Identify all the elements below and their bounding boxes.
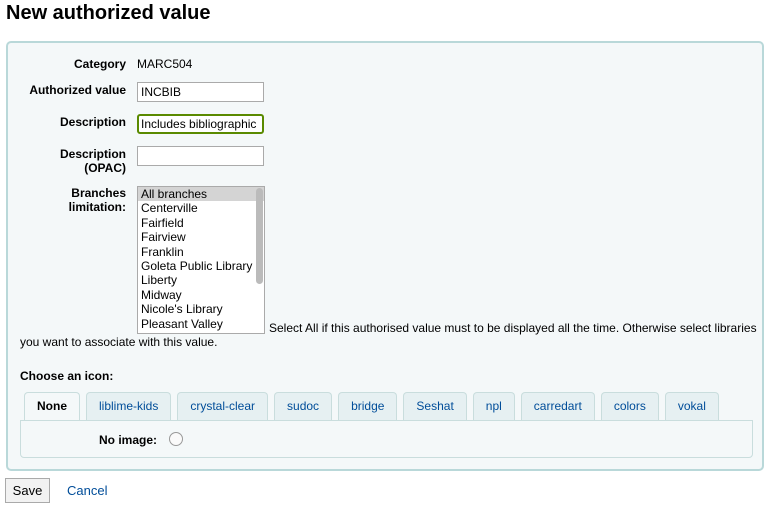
branch-option[interactable]: Liberty	[138, 273, 264, 287]
scrollbar[interactable]	[256, 188, 263, 284]
authval-input[interactable]	[137, 82, 264, 102]
branches-select[interactable]: All branches Centerville Fairfield Fairview…	[137, 186, 265, 334]
icon-tabs: None liblime-kids crystal-clear sudoc bridge…	[24, 392, 725, 421]
branches-label: Branches limitation:	[8, 186, 126, 214]
tab-crystal-clear[interactable]: crystal-clear	[177, 392, 269, 420]
branch-option[interactable]: Fairview	[138, 230, 264, 244]
category-value: MARC504	[137, 57, 193, 71]
save-button[interactable]: Save	[5, 478, 50, 503]
tab-seshat[interactable]: Seshat	[403, 392, 467, 420]
description-opac-label: Description (OPAC)	[8, 147, 126, 175]
cancel-link[interactable]: Cancel	[67, 483, 107, 498]
label-line: Description	[59, 147, 126, 161]
branch-option[interactable]: Centerville	[138, 201, 264, 215]
branch-option[interactable]: Midway	[138, 288, 264, 302]
icon-panel: No image:	[20, 420, 753, 458]
tab-colors[interactable]: colors	[600, 392, 659, 420]
branch-option[interactable]: Franklin	[138, 245, 264, 259]
branch-option[interactable]: Nicole's Library	[138, 302, 264, 316]
description-label: Description	[59, 115, 126, 129]
branch-option[interactable]: Goleta Public Library	[138, 259, 264, 273]
label-line: limitation:	[68, 200, 126, 214]
page-title: New authorized value	[6, 2, 211, 24]
tab-npl[interactable]: npl	[472, 392, 515, 420]
tab-carredart[interactable]: carredart	[520, 392, 595, 420]
authval-label: Authorized value	[29, 83, 126, 97]
tab-bridge[interactable]: bridge	[338, 392, 398, 420]
no-image-radio[interactable]	[169, 432, 183, 446]
branches-hint: Select All if this authorised value must…	[20, 321, 757, 349]
branch-option[interactable]: All branches	[138, 187, 264, 202]
tab-none[interactable]: None	[24, 392, 80, 421]
description-input[interactable]	[137, 114, 264, 134]
category-label: Category	[73, 57, 126, 71]
tab-sudoc[interactable]: sudoc	[274, 392, 333, 420]
tab-vokal[interactable]: vokal	[664, 392, 719, 420]
branch-option[interactable]: Fairfield	[138, 216, 264, 230]
label-line: (OPAC)	[84, 161, 126, 175]
description-opac-input[interactable]	[137, 146, 264, 166]
form-fieldset: Category MARC504 Authorized value Descri…	[6, 41, 764, 471]
label-line: Branches	[71, 186, 126, 200]
choose-icon-label: Choose an icon:	[20, 369, 114, 383]
no-image-label: No image:	[98, 433, 157, 447]
tab-liblime-kids[interactable]: liblime-kids	[86, 392, 172, 420]
